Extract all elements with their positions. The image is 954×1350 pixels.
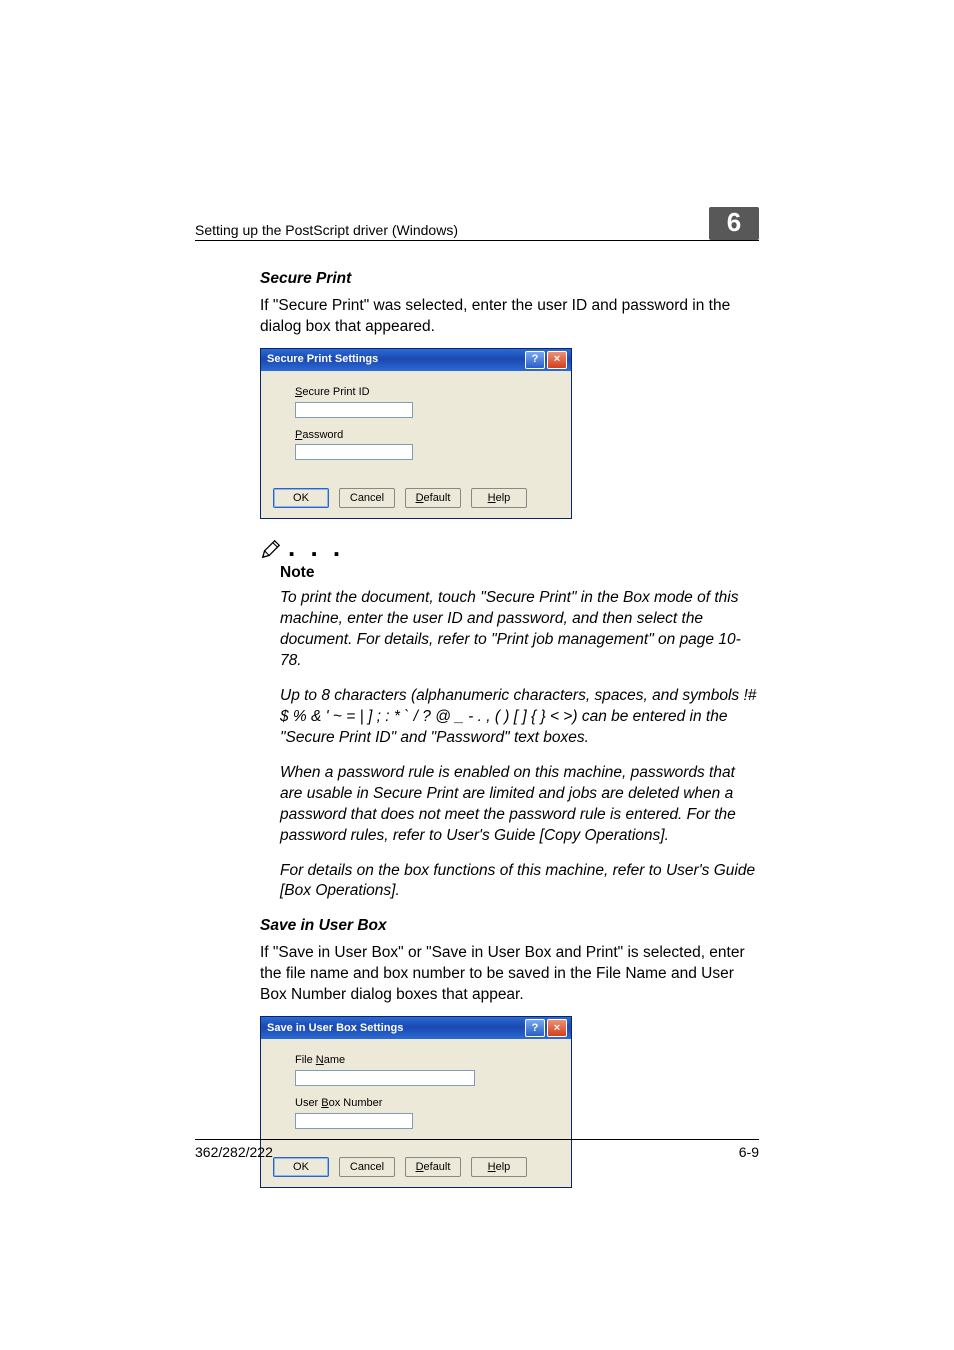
dialog-title: Save in User Box Settings (267, 1021, 403, 1036)
note-paragraph: When a password rule is enabled on this … (280, 763, 759, 847)
dialog-title: Secure Print Settings (267, 352, 378, 367)
chapter-number-badge: 6 (709, 207, 759, 240)
ok-button[interactable]: OK (273, 488, 329, 508)
password-label: Password (295, 428, 553, 443)
user-box-number-label: User Box Number (295, 1096, 553, 1111)
pencil-icon (260, 537, 282, 559)
note-label: Note (280, 563, 759, 584)
file-name-input[interactable] (295, 1070, 475, 1086)
file-name-label: File Name (295, 1053, 553, 1068)
cancel-button[interactable]: Cancel (339, 488, 395, 508)
section1-intro: If "Secure Print" was selected, enter th… (260, 296, 759, 338)
footer-left: 362/282/222 (195, 1144, 273, 1160)
note-paragraph: Up to 8 characters (alphanumeric charact… (280, 686, 759, 749)
secure-print-id-input[interactable] (295, 402, 413, 418)
section2-intro: If "Save in User Box" or "Save in User B… (260, 943, 759, 1006)
password-input[interactable] (295, 444, 413, 460)
footer-page-number: 6-9 (739, 1144, 759, 1160)
help-icon[interactable]: ? (525, 351, 545, 369)
secure-print-settings-dialog: Secure Print Settings ? × Secure Print I… (260, 348, 572, 520)
dialog-titlebar: Secure Print Settings ? × (261, 349, 571, 371)
note-icon-row: . . . (260, 537, 759, 559)
default-button[interactable]: Default (405, 488, 461, 508)
save-in-user-box-dialog: Save in User Box Settings ? × File Name … (260, 1016, 572, 1188)
running-header: Setting up the PostScript driver (Window… (195, 222, 458, 238)
section-title-save-user-box: Save in User Box (260, 916, 759, 937)
secure-print-id-label: Secure Print ID (295, 385, 553, 400)
note-paragraph: For details on the box functions of this… (280, 861, 759, 903)
section-title-secure-print: Secure Print (260, 269, 759, 290)
dialog-titlebar: Save in User Box Settings ? × (261, 1017, 571, 1039)
user-box-number-input[interactable] (295, 1113, 413, 1129)
close-icon[interactable]: × (547, 351, 567, 369)
help-button[interactable]: Help (471, 488, 527, 508)
close-icon[interactable]: × (547, 1019, 567, 1037)
note-ellipsis: . . . (288, 540, 344, 556)
note-paragraph: To print the document, touch "Secure Pri… (280, 588, 759, 672)
help-icon[interactable]: ? (525, 1019, 545, 1037)
